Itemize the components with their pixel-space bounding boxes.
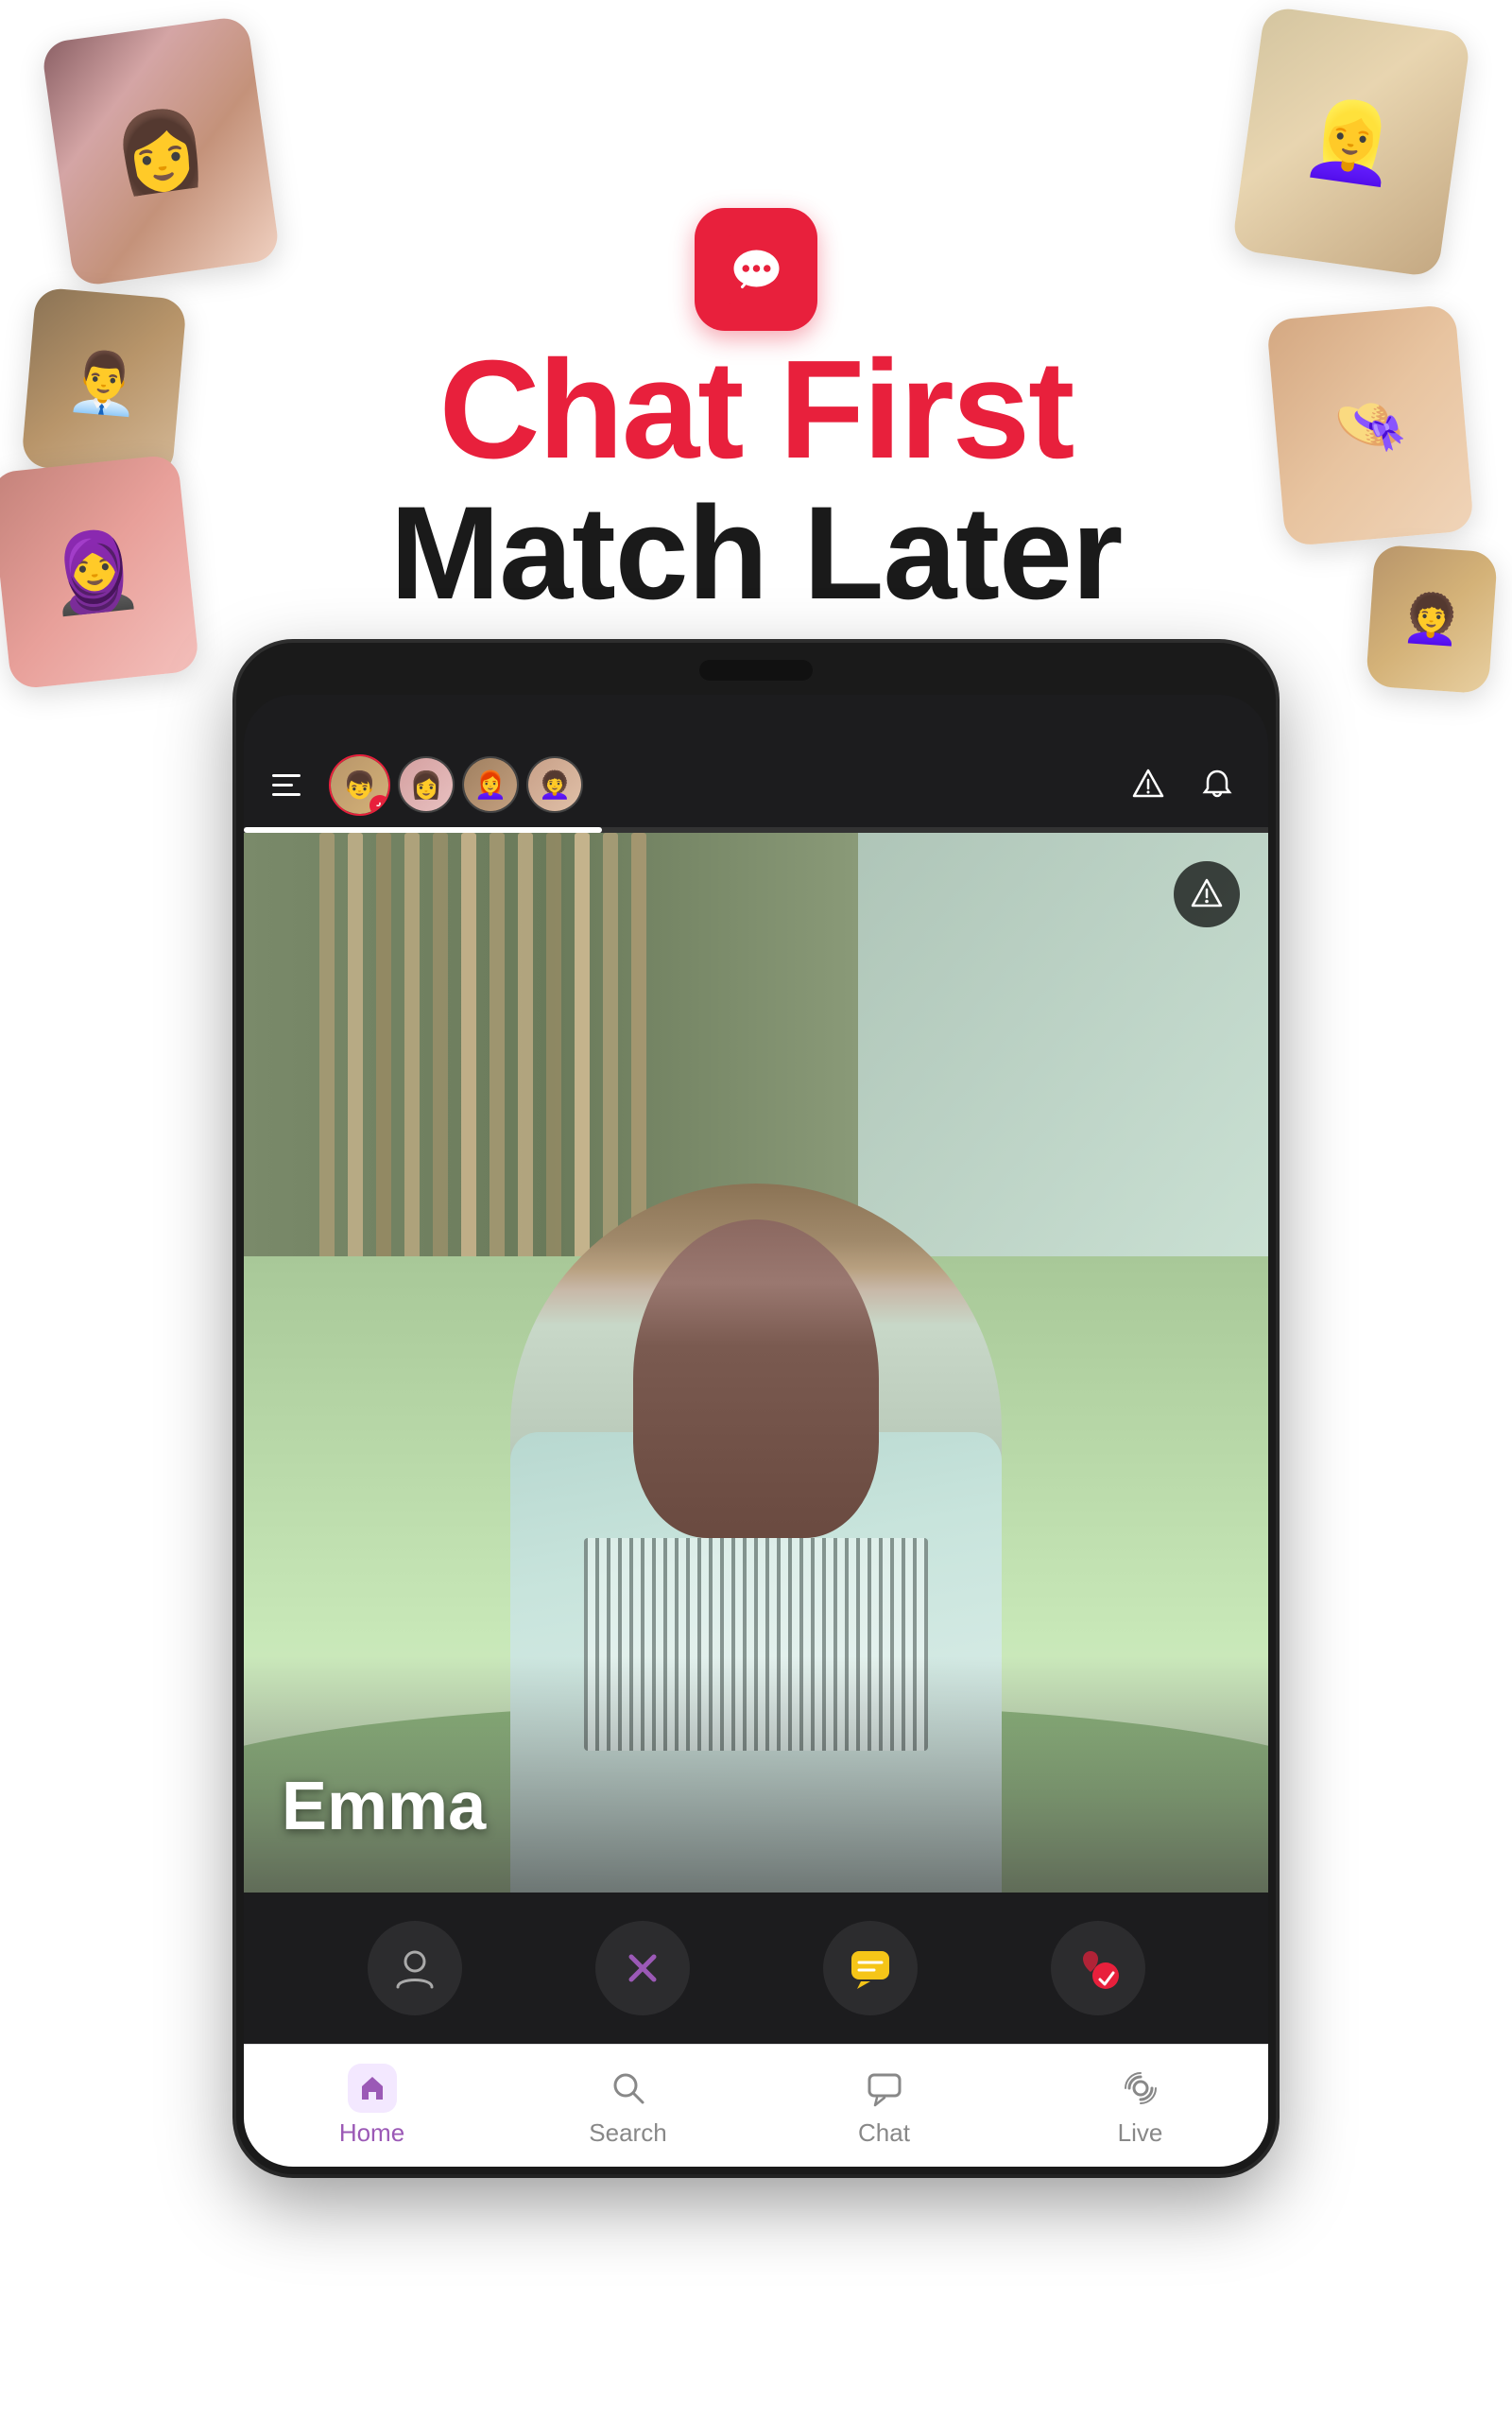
device-frame: 👦 + 👩 👩‍🦰 👩‍🦱 — [236, 643, 1276, 2174]
tab-live[interactable]: Live — [1012, 2064, 1268, 2148]
card-area[interactable]: Emma — [244, 833, 1268, 1893]
tab-home[interactable]: Home — [244, 2064, 500, 2148]
chat-tab-label: Chat — [858, 2118, 910, 2148]
chat-tab-icon — [860, 2064, 909, 2113]
floating-avatar-ml: 👨‍💼 — [21, 286, 187, 478]
chat-action-button[interactable] — [823, 1921, 918, 2015]
headline-main: Chat First — [331, 340, 1181, 480]
report-nav-icon[interactable] — [1125, 762, 1171, 807]
headline: Chat First Match Later — [331, 340, 1181, 626]
headline-sub: Match Later — [331, 480, 1181, 626]
live-tab-label: Live — [1118, 2118, 1163, 2148]
nav-avatar-4[interactable]: 👩‍🦱 — [526, 756, 583, 813]
device-notch — [699, 660, 813, 681]
live-tab-icon — [1116, 2064, 1165, 2113]
floating-avatar-bl: 🧕 — [0, 454, 199, 690]
nav-avatar-3[interactable]: 👩‍🦰 — [462, 756, 519, 813]
floating-avatar-mr: 👒 — [1266, 304, 1474, 547]
profile-action-button[interactable] — [368, 1921, 462, 2015]
like-action-button[interactable] — [1051, 1921, 1145, 2015]
device-screen: 👦 + 👩 👩‍🦰 👩‍🦱 — [244, 695, 1268, 2167]
search-tab-label: Search — [589, 2118, 666, 2148]
action-buttons — [244, 1893, 1268, 2044]
app-icon — [695, 208, 817, 331]
nav-avatar-2[interactable]: 👩 — [398, 756, 455, 813]
home-tab-label: Home — [339, 2118, 404, 2148]
home-tab-icon — [348, 2064, 397, 2113]
tab-chat[interactable]: Chat — [756, 2064, 1012, 2148]
top-nav: 👦 + 👩 👩‍🦰 👩‍🦱 — [244, 742, 1268, 827]
status-bar — [244, 695, 1268, 742]
floating-avatar-br-small: 👩‍🦱 — [1366, 544, 1498, 695]
search-tab-icon — [604, 2064, 653, 2113]
menu-icon[interactable] — [272, 766, 310, 804]
add-friend-badge: + — [369, 795, 390, 816]
profile-name: Emma — [282, 1768, 486, 1845]
nav-icons-right — [1125, 762, 1240, 807]
tab-search[interactable]: Search — [500, 2064, 756, 2148]
nav-avatars: 👦 + 👩 👩‍🦰 👩‍🦱 — [329, 754, 1125, 816]
tab-bar: Home Search Chat — [244, 2044, 1268, 2167]
skip-action-button[interactable] — [595, 1921, 690, 2015]
notifications-icon[interactable] — [1194, 762, 1240, 807]
floating-avatar-tl: 👩 — [41, 15, 281, 287]
card-report-button[interactable] — [1174, 861, 1240, 927]
nav-avatar-1[interactable]: 👦 + — [329, 754, 390, 816]
floating-avatar-tr: 👱‍♀️ — [1231, 6, 1471, 278]
